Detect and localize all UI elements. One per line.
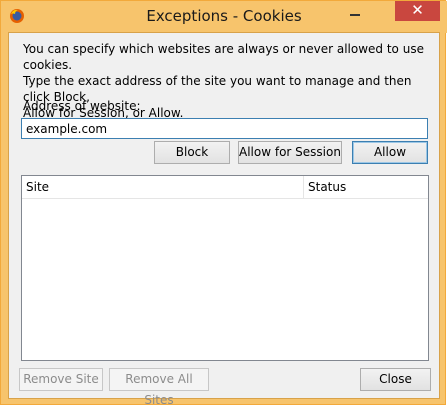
remove-site-button[interactable]: Remove Site [19,368,103,391]
list-header: Site Status [22,176,428,199]
dialog-body: You can specify which websites are alway… [8,32,440,407]
remove-all-sites-button[interactable]: Remove All Sites [109,368,209,407]
minimize-button[interactable] [341,2,369,22]
address-input[interactable] [21,118,428,139]
exceptions-list[interactable]: Site Status [21,175,429,361]
allow-for-session-button[interactable]: Allow for Session [238,141,342,164]
title-bar[interactable]: Exceptions - Cookies ✕ [1,1,447,33]
window-title: Exceptions - Cookies [146,7,302,25]
exceptions-dialog: Exceptions - Cookies ✕ You can specify w… [0,0,447,407]
window-close-button[interactable]: ✕ [395,1,440,21]
block-button[interactable]: Block [154,141,230,164]
allow-button[interactable]: Allow [352,141,428,164]
column-header-site[interactable]: Site [22,176,304,198]
address-label: Address of website: [23,99,141,113]
close-button[interactable]: Close [360,368,431,391]
column-header-status[interactable]: Status [304,176,428,198]
